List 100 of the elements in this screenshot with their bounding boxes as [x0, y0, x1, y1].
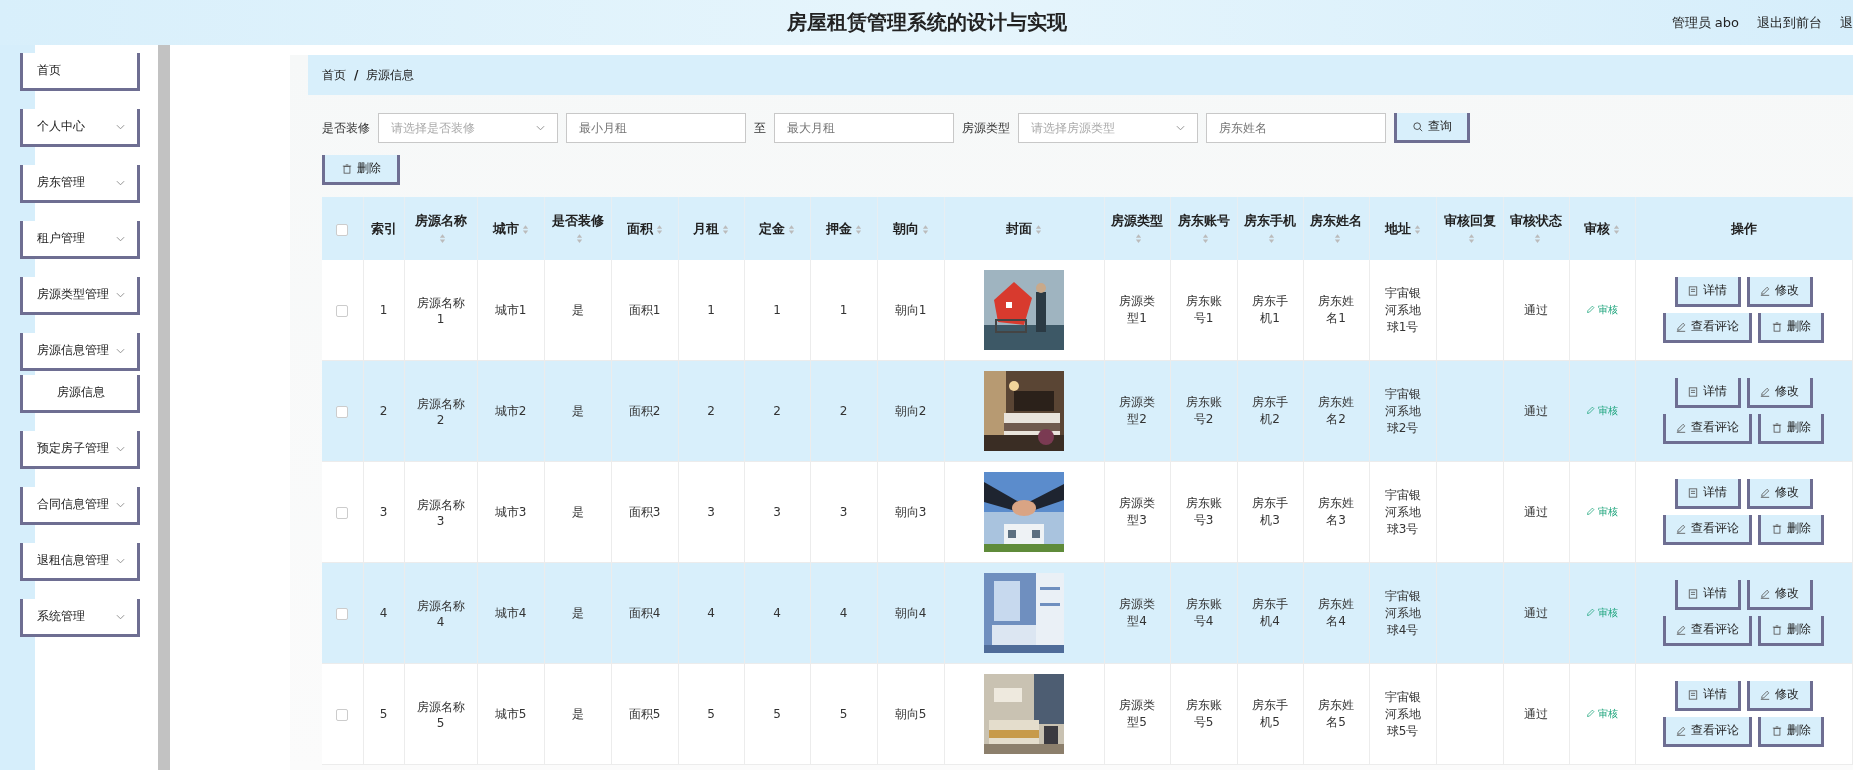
chevron-down-icon: [116, 179, 125, 186]
sort-icon[interactable]: [722, 223, 729, 235]
table-cell-text: 房东姓名3: [1317, 495, 1355, 529]
pencil-icon: [1760, 487, 1770, 498]
table-cell: 是: [571, 604, 584, 622]
edit-button[interactable]: 修改: [1746, 479, 1813, 509]
table-cell: 3: [379, 505, 388, 519]
sort-icon[interactable]: [1201, 233, 1209, 244]
pencil-icon: [1760, 588, 1770, 599]
delete-button[interactable]: 删除: [1758, 717, 1824, 747]
delete-button[interactable]: 删除: [1758, 616, 1824, 646]
sort-icon[interactable]: [655, 223, 663, 235]
table-cell: 4: [839, 606, 848, 620]
checkbox[interactable]: [336, 607, 349, 620]
column-header: 房东手机: [1244, 213, 1296, 228]
sort-icon[interactable]: [1413, 223, 1421, 235]
delete-button[interactable]: 删除: [1758, 414, 1824, 444]
column-header: 审核状态: [1510, 213, 1562, 228]
checkbox[interactable]: [336, 405, 349, 418]
sort-icon[interactable]: [438, 233, 446, 244]
comment-button[interactable]: 查看评论: [1663, 717, 1752, 747]
sort-icon[interactable]: [1613, 223, 1620, 235]
search-button[interactable]: 查询: [1394, 113, 1470, 143]
table-cell: 3: [773, 505, 781, 519]
sort-icon[interactable]: [1467, 233, 1475, 244]
sidebar-item[interactable]: 房源信息管理: [20, 333, 140, 371]
detail-button[interactable]: 详情: [1674, 277, 1741, 307]
sidebar-item[interactable]: 个人中心: [20, 109, 140, 147]
edit-button[interactable]: 修改: [1746, 681, 1813, 711]
table-cell: 2: [707, 404, 715, 418]
comment-button[interactable]: 查看评论: [1663, 515, 1752, 545]
breadcrumb-item[interactable]: 首页: [322, 66, 346, 84]
pencil-icon: [1760, 285, 1770, 296]
sort-icon[interactable]: [854, 223, 862, 235]
sidebar-item[interactable]: 首页: [20, 53, 140, 91]
filter-label: 是否装修: [322, 119, 370, 137]
edit-button[interactable]: 修改: [1746, 277, 1813, 307]
detail-button[interactable]: 详情: [1674, 580, 1741, 610]
sort-icon[interactable]: [1268, 233, 1275, 244]
chevron-down-icon: [536, 125, 545, 131]
chevron-down-icon: [116, 557, 125, 564]
sidebar-item[interactable]: 房东管理: [20, 165, 140, 203]
sort-icon[interactable]: [1135, 233, 1142, 244]
sidebar-item[interactable]: 预定房子管理: [20, 431, 140, 469]
checkbox[interactable]: [336, 223, 349, 236]
table-cell-text: 房东姓名5: [1317, 697, 1355, 731]
sort-icon[interactable]: [575, 233, 583, 244]
table-cell-text: 宇宙银河系地球3号: [1383, 486, 1422, 538]
table-cell: 3: [707, 505, 715, 519]
sort-icon[interactable]: [521, 223, 529, 235]
column-header: 操作: [1730, 220, 1757, 236]
input-field[interactable]: 最大月租: [774, 113, 954, 143]
sort-icon[interactable]: [788, 223, 795, 235]
column-header: 房源类型: [1111, 213, 1163, 228]
table-cell: 5: [773, 707, 781, 721]
edit-button[interactable]: 修改: [1746, 580, 1813, 610]
comment-button[interactable]: 查看评论: [1663, 313, 1752, 343]
sidebar-item[interactable]: 租户管理: [20, 221, 140, 259]
delete-button[interactable]: 删除: [1758, 515, 1824, 545]
table-cell: 5: [839, 707, 848, 721]
sort-icon[interactable]: [1334, 233, 1341, 244]
table-cell: 面积3: [628, 503, 661, 521]
column-header: 封面: [1006, 220, 1032, 236]
checkbox[interactable]: [336, 304, 349, 317]
sort-icon[interactable]: [1534, 233, 1541, 244]
header-link[interactable]: 退出到前台: [1757, 13, 1822, 32]
table-cell-text: 房源类型4: [1118, 596, 1156, 630]
sidebar-subitem[interactable]: 房源信息: [20, 375, 140, 413]
detail-button[interactable]: 详情: [1674, 681, 1741, 711]
table-cell: 1: [839, 303, 848, 317]
column-header: 面积: [626, 220, 653, 236]
sort-icon[interactable]: [921, 223, 929, 235]
table-cell: 是: [571, 402, 584, 420]
table-cell-text: 房东姓名2: [1317, 394, 1355, 428]
sidebar-item[interactable]: 退租信息管理: [20, 543, 140, 581]
comment-button[interactable]: 查看评论: [1663, 414, 1752, 444]
comment-button[interactable]: 查看评论: [1663, 616, 1752, 646]
pencil-icon: [1586, 709, 1595, 719]
delete-button[interactable]: 删除: [1758, 313, 1824, 343]
detail-button[interactable]: 详情: [1674, 378, 1741, 408]
sidebar-item[interactable]: 房源类型管理: [20, 277, 140, 315]
table-cell: 4: [379, 606, 388, 620]
sidebar-item[interactable]: 合同信息管理: [20, 487, 140, 525]
table-cell: 1: [773, 303, 781, 317]
header-link[interactable]: 退: [1840, 13, 1853, 32]
input-field[interactable]: 最小月租: [566, 113, 746, 143]
detail-button[interactable]: 详情: [1674, 479, 1741, 509]
table-cell-text: 房源类型3: [1118, 495, 1156, 529]
checkbox[interactable]: [336, 708, 349, 721]
table-cell: 面积4: [628, 604, 661, 622]
pencil-icon: [1760, 689, 1770, 700]
table-cell-text: 房东姓名4: [1317, 596, 1355, 630]
table-cell: 朝向2: [894, 402, 927, 420]
input-field[interactable]: 房东姓名: [1206, 113, 1386, 143]
pencil-icon: [1586, 608, 1595, 618]
checkbox[interactable]: [336, 506, 349, 519]
sort-icon[interactable]: [1035, 223, 1042, 235]
delete-button[interactable]: 删除: [322, 155, 400, 185]
edit-button[interactable]: 修改: [1746, 378, 1813, 408]
sidebar-item[interactable]: 系统管理: [20, 599, 140, 637]
